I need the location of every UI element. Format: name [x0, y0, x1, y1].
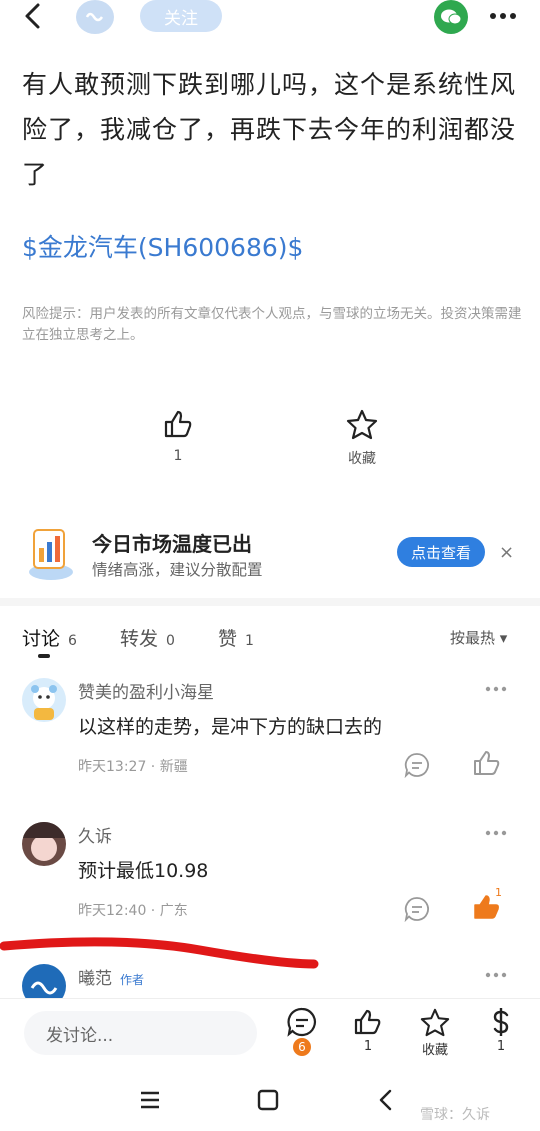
- avatar[interactable]: [22, 822, 66, 866]
- favorite-button[interactable]: 收藏: [410, 1007, 460, 1058]
- avatar[interactable]: [22, 678, 66, 722]
- active-tab-indicator: [38, 654, 50, 658]
- comment-like-count: 1: [495, 886, 502, 899]
- comment-author[interactable]: 曦范 作者: [78, 964, 144, 989]
- post-like-button[interactable]: 1: [158, 408, 198, 464]
- follow-button[interactable]: 关注: [140, 0, 222, 32]
- like-button[interactable]: 1: [343, 1007, 393, 1054]
- thumbs-up-icon: [164, 410, 192, 438]
- tab-discussion[interactable]: 讨论 6: [22, 624, 77, 651]
- reward-count: 1: [496, 1039, 506, 1054]
- close-icon[interactable]: ×: [499, 542, 514, 563]
- post-favorite-label: 收藏: [348, 451, 376, 467]
- risk-notice: 风险提示：用户发表的所有文章仅代表个人观点，与雪球的立场无关。投资决策需建立在独…: [22, 306, 522, 343]
- watermark: 雪球：久诉: [420, 1107, 490, 1123]
- system-nav-bar: 雪球：久诉: [0, 1070, 540, 1131]
- comment-count-badge: 6: [293, 1038, 311, 1056]
- comment-meta: 昨天12:40 · 广东: [78, 903, 188, 919]
- wechat-share-icon[interactable]: [434, 0, 468, 34]
- tab-count: 6: [68, 633, 77, 649]
- xueqiu-logo-icon: [85, 12, 104, 22]
- reply-icon[interactable]: [404, 752, 430, 778]
- comment-bubble-icon: [287, 1007, 316, 1037]
- reply-icon[interactable]: [404, 896, 430, 922]
- post-like-count: 1: [173, 448, 183, 464]
- sort-dropdown[interactable]: 按最热 ▾: [450, 627, 507, 648]
- back-arrow-icon[interactable]: [20, 2, 46, 30]
- comment-input[interactable]: 发讨论...: [24, 1011, 257, 1055]
- more-options-icon[interactable]: [484, 828, 508, 838]
- home-icon[interactable]: [254, 1086, 282, 1114]
- chart-report-icon: [29, 529, 73, 580]
- promo-title: 今日市场温度已出: [92, 532, 252, 556]
- thumbs-up-icon[interactable]: [472, 748, 502, 778]
- tab-label: 讨论: [22, 628, 61, 650]
- post-favorite-button[interactable]: 收藏: [336, 408, 388, 468]
- tab-repost[interactable]: 转发 0: [120, 624, 175, 651]
- more-options-icon[interactable]: [484, 684, 508, 694]
- comment-author[interactable]: 赞美的盈利小海星: [78, 678, 214, 703]
- tab-label: 转发: [120, 628, 159, 650]
- author-name: 曦范: [78, 969, 112, 989]
- top-bar: 关注: [0, 0, 540, 34]
- back-icon[interactable]: [372, 1086, 400, 1114]
- more-options-icon[interactable]: [488, 6, 518, 26]
- favorite-label: 收藏: [421, 1043, 448, 1058]
- dollar-icon: [493, 1008, 509, 1036]
- star-icon: [420, 1008, 450, 1037]
- tab-label: 赞: [218, 628, 238, 650]
- section-divider: [0, 598, 540, 606]
- comment-author[interactable]: 久诉: [78, 822, 112, 847]
- author-badge: 作者: [120, 973, 145, 987]
- star-icon: [346, 409, 378, 440]
- comment-text: 以这样的走势，是冲下方的缺口去的: [78, 716, 383, 738]
- comment-text: 预计最低10.98: [78, 860, 209, 882]
- promo-subtitle: 情绪高涨，建议分散配置: [92, 561, 263, 579]
- comments-button[interactable]: 6: [277, 1007, 327, 1056]
- tab-count: 0: [166, 633, 175, 649]
- thumbs-up-icon: [354, 1009, 381, 1035]
- stock-tag-link[interactable]: $金龙汽车(SH600686)$: [22, 228, 303, 264]
- like-count: 1: [363, 1039, 373, 1054]
- comment-meta: 昨天13:27 · 新疆: [78, 759, 188, 775]
- author-avatar[interactable]: [76, 0, 114, 34]
- more-options-icon[interactable]: [484, 970, 508, 980]
- market-temperature-banner: 今日市场温度已出 情绪高涨，建议分散配置 点击查看 ×: [0, 518, 540, 588]
- tab-count: 1: [245, 633, 254, 649]
- comment-tabs: 讨论 6 转发 0 赞1 按最热 ▾: [0, 620, 540, 660]
- bottom-action-bar: 发讨论... 6 1 收藏 1: [0, 998, 540, 1070]
- post-text: 有人敢预测下跌到哪儿吗，这个是系统性风险了，我减仓了，再跌下去今年的利润都没了: [22, 70, 517, 189]
- reward-button[interactable]: 1: [476, 1007, 526, 1054]
- view-button[interactable]: 点击查看: [397, 537, 485, 567]
- menu-icon[interactable]: [136, 1086, 164, 1114]
- tab-likes[interactable]: 赞1: [218, 624, 254, 651]
